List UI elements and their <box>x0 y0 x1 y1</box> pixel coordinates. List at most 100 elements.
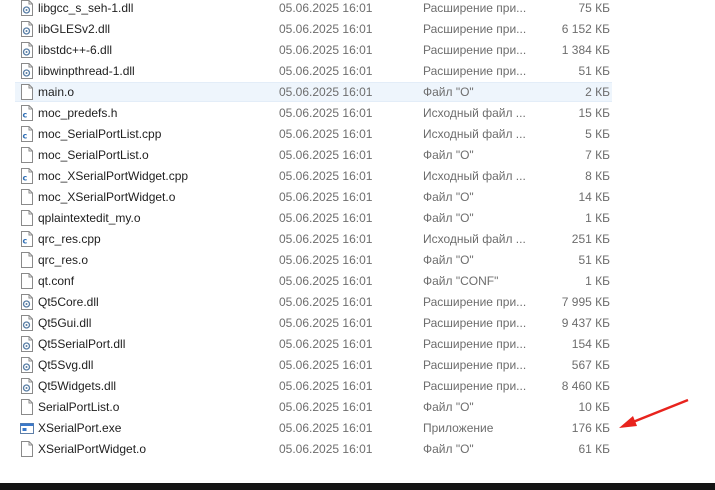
file-name[interactable]: XSerialPortWidget.o <box>38 442 146 457</box>
file-type: Файл "CONF" <box>423 274 499 288</box>
file-row[interactable]: Qt5Widgets.dll 05.06.2025 16:01 Расширение… <box>0 376 715 397</box>
file-date-modified: 05.06.2025 16:01 <box>279 379 373 393</box>
file-row[interactable]: SerialPortList.o 05.06.2025 16:01 Файл "O"… <box>0 397 715 418</box>
file-date-modified: 05.06.2025 16:01 <box>279 295 373 309</box>
file-size: 1 КБ <box>585 211 610 225</box>
file-type: Расширение при... <box>423 379 527 393</box>
file-row[interactable]: libgcc_s_seh-1.dll 05.06.2025 16:01 Расшир… <box>0 0 715 19</box>
file-name[interactable]: main.o <box>38 85 74 100</box>
file-size: 154 КБ <box>571 337 610 351</box>
file-name[interactable]: moc_SerialPortList.o <box>38 148 149 163</box>
file-name[interactable]: Qt5Svg.dll <box>38 358 93 373</box>
file-row[interactable]: Qt5Core.dll 05.06.2025 16:01 Расширение пр… <box>0 292 715 313</box>
file-name[interactable]: Qt5SerialPort.dll <box>38 337 125 352</box>
file-name[interactable]: qt.conf <box>38 274 74 289</box>
file-row[interactable]: c moc_predefs.h 05.06.2025 16:01 Исходный ф… <box>0 103 715 124</box>
file-icon <box>20 210 34 226</box>
file-name[interactable]: XSerialPort.exe <box>38 421 121 436</box>
file-row[interactable]: Qt5SerialPort.dll 05.06.2025 16:01 Расшире… <box>0 334 715 355</box>
file-date-modified: 05.06.2025 16:01 <box>279 22 373 36</box>
file-date-modified: 05.06.2025 16:01 <box>279 148 373 162</box>
file-icon <box>20 189 34 205</box>
file-row[interactable]: c moc_XSerialPortWidget.cpp 05.06.2025 16:… <box>0 166 715 187</box>
file-name[interactable]: moc_SerialPortList.cpp <box>38 127 161 142</box>
svg-text:c: c <box>23 111 28 120</box>
file-row[interactable]: libstdc++-6.dll 05.06.2025 16:01 Расширени… <box>0 40 715 61</box>
file-size: 251 КБ <box>571 232 610 246</box>
file-size: 176 КБ <box>571 421 610 435</box>
file-date-modified: 05.06.2025 16:01 <box>279 232 373 246</box>
file-name[interactable]: Qt5Gui.dll <box>38 316 91 331</box>
file-date-modified: 05.06.2025 16:01 <box>279 316 373 330</box>
file-size: 9 437 КБ <box>561 316 610 330</box>
file-name[interactable]: Qt5Core.dll <box>38 295 99 310</box>
file-date-modified: 05.06.2025 16:01 <box>279 190 373 204</box>
file-name[interactable]: moc_XSerialPortWidget.cpp <box>38 169 188 184</box>
file-row[interactable]: libGLESv2.dll 05.06.2025 16:01 Расширение … <box>0 19 715 40</box>
file-name[interactable]: libwinpthread-1.dll <box>38 64 135 79</box>
file-type: Файл "O" <box>423 85 474 99</box>
file-date-modified: 05.06.2025 16:01 <box>279 442 373 456</box>
file-size: 10 КБ <box>578 400 610 414</box>
file-name[interactable]: qplaintextedit_my.o <box>38 211 141 226</box>
file-icon <box>20 399 34 415</box>
file-size: 7 КБ <box>585 148 610 162</box>
file-type: Файл "O" <box>423 148 474 162</box>
file-size: 14 КБ <box>578 190 610 204</box>
file-icon <box>20 252 34 268</box>
file-row[interactable]: XSerialPort.exe 05.06.2025 16:01 Приложени… <box>0 418 715 439</box>
file-type: Файл "O" <box>423 442 474 456</box>
file-size: 8 460 КБ <box>561 379 610 393</box>
file-row[interactable]: Qt5Gui.dll 05.06.2025 16:01 Расширение при… <box>0 313 715 334</box>
file-date-modified: 05.06.2025 16:01 <box>279 64 373 78</box>
file-type: Расширение при... <box>423 316 527 330</box>
file-size: 567 КБ <box>571 358 610 372</box>
file-row[interactable]: moc_SerialPortList.o 05.06.2025 16:01 Файл… <box>0 145 715 166</box>
file-name[interactable]: libgcc_s_seh-1.dll <box>38 1 133 16</box>
file-row[interactable]: moc_XSerialPortWidget.o 05.06.2025 16:01 Ф… <box>0 187 715 208</box>
file-icon <box>20 273 34 289</box>
file-type: Расширение при... <box>423 1 527 15</box>
file-type: Расширение при... <box>423 337 527 351</box>
file-date-modified: 05.06.2025 16:01 <box>279 169 373 183</box>
file-row[interactable]: qplaintextedit_my.o 05.06.2025 16:01 Файл … <box>0 208 715 229</box>
file-row[interactable]: libwinpthread-1.dll 05.06.2025 16:01 Расши… <box>0 61 715 82</box>
source-file-icon: c <box>20 231 34 247</box>
file-type: Файл "O" <box>423 211 474 225</box>
svg-text:c: c <box>23 132 28 141</box>
dll-icon <box>20 21 34 37</box>
file-name[interactable]: libGLESv2.dll <box>38 22 110 37</box>
file-row[interactable]: qrc_res.o 05.06.2025 16:01 Файл "O" 51 КБ <box>0 250 715 271</box>
file-name[interactable]: libstdc++-6.dll <box>38 43 112 58</box>
file-icon <box>20 147 34 163</box>
source-file-icon: c <box>20 126 34 142</box>
file-type: Приложение <box>423 421 494 435</box>
file-row[interactable]: main.o 05.06.2025 16:01 Файл "O" 2 КБ <box>0 82 715 103</box>
file-name[interactable]: qrc_res.cpp <box>38 232 101 247</box>
dll-icon <box>20 294 34 310</box>
file-type: Исходный файл ... <box>423 232 526 246</box>
file-name[interactable]: qrc_res.o <box>38 253 88 268</box>
file-row[interactable]: qt.conf 05.06.2025 16:01 Файл "CONF" 1 КБ <box>0 271 715 292</box>
file-row[interactable]: XSerialPortWidget.o 05.06.2025 16:01 Файл … <box>0 439 715 460</box>
dll-icon <box>20 336 34 352</box>
file-row[interactable]: c moc_SerialPortList.cpp 05.06.2025 16:01 И… <box>0 124 715 145</box>
file-type: Файл "O" <box>423 400 474 414</box>
file-name[interactable]: Qt5Widgets.dll <box>38 379 116 394</box>
file-name[interactable]: moc_predefs.h <box>38 106 117 121</box>
file-name[interactable]: moc_XSerialPortWidget.o <box>38 190 175 205</box>
file-date-modified: 05.06.2025 16:01 <box>279 421 373 435</box>
dll-icon <box>20 357 34 373</box>
file-date-modified: 05.06.2025 16:01 <box>279 358 373 372</box>
file-type: Расширение при... <box>423 358 527 372</box>
file-date-modified: 05.06.2025 16:01 <box>279 1 373 15</box>
file-row[interactable]: c qrc_res.cpp 05.06.2025 16:01 Исходный фай… <box>0 229 715 250</box>
dll-icon <box>20 0 34 16</box>
dll-icon <box>20 42 34 58</box>
file-row[interactable]: Qt5Svg.dll 05.06.2025 16:01 Расширение при… <box>0 355 715 376</box>
file-type: Файл "O" <box>423 253 474 267</box>
file-date-modified: 05.06.2025 16:01 <box>279 400 373 414</box>
file-name[interactable]: SerialPortList.o <box>38 400 119 415</box>
file-type: Исходный файл ... <box>423 127 526 141</box>
source-file-icon: c <box>20 105 34 121</box>
